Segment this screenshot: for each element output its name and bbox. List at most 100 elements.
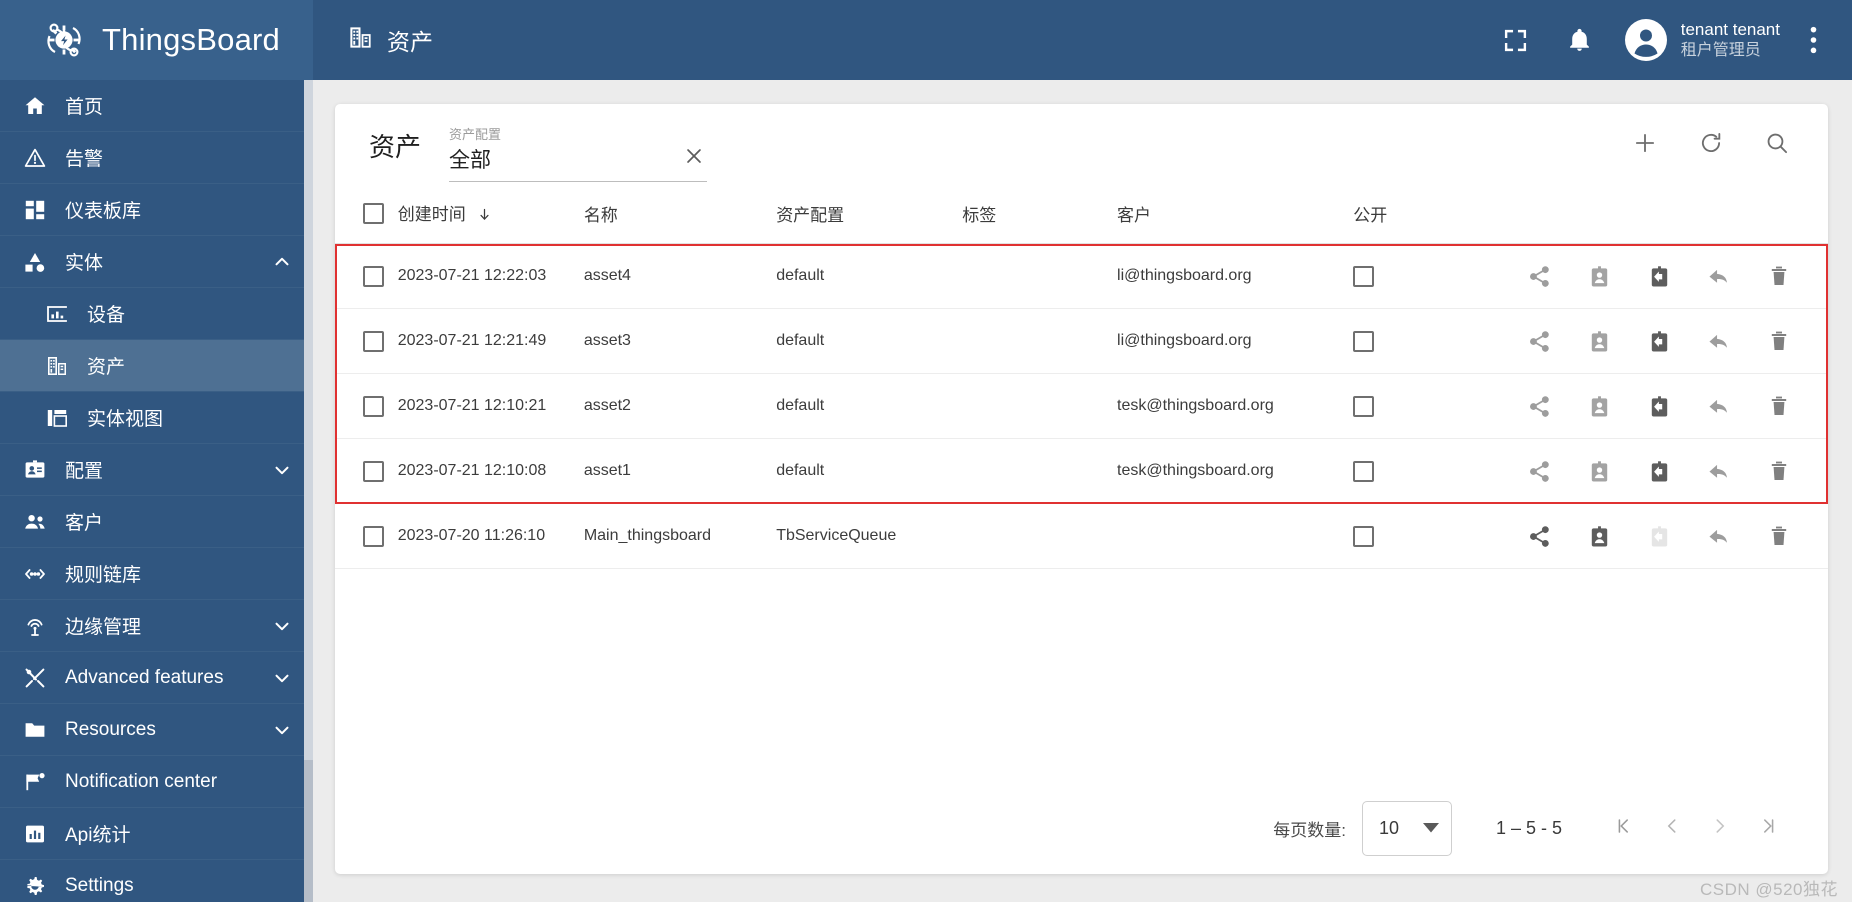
close-icon[interactable] xyxy=(681,145,707,173)
sidebar-item-14[interactable]: Api统计 xyxy=(0,808,313,860)
search-button[interactable] xyxy=(1754,122,1800,168)
next-page-button[interactable] xyxy=(1696,805,1744,853)
cell-created-value: 2023-07-21 12:22:03 xyxy=(397,267,547,284)
manage-credentials-back-icon[interactable] xyxy=(1706,458,1732,484)
table-body: 2023-07-21 12:22:03 asset4 default li@thing… xyxy=(335,243,1828,569)
sidebar-item-11[interactable]: Advanced features xyxy=(0,652,313,704)
table-row[interactable]: 2023-07-21 12:10:21 asset2 default tesk@thi… xyxy=(335,373,1828,439)
content-area: 资产 资产配置 全部 创建时间 名称 资产配置 标签 客户 公开 2023-07… xyxy=(313,80,1852,902)
cell-public xyxy=(1353,308,1483,374)
cell-created-value: 2023-07-21 12:10:21 xyxy=(397,397,547,414)
row-select-checkbox[interactable] xyxy=(363,330,384,352)
table-row[interactable]: 2023-07-21 12:10:08 asset1 default tesk@thi… xyxy=(335,438,1828,504)
share-icon[interactable] xyxy=(1526,458,1552,484)
unassign-from-customer-icon[interactable] xyxy=(1646,263,1672,289)
unassign-from-customer-icon[interactable] xyxy=(1646,458,1672,484)
items-per-page-select[interactable]: 10 xyxy=(1361,801,1452,856)
column-header-label[interactable]: 标签 xyxy=(962,186,1118,244)
column-header-profile[interactable]: 资产配置 xyxy=(776,186,963,244)
manage-credentials-back-icon[interactable] xyxy=(1706,263,1732,289)
assign-to-customer-icon[interactable] xyxy=(1586,393,1612,419)
sidebar-item-10[interactable]: 边缘管理 xyxy=(0,600,313,652)
sidebar-item-15[interactable]: Settings xyxy=(0,860,313,902)
sidebar-item-1[interactable]: 告警 xyxy=(0,132,313,184)
share-icon[interactable] xyxy=(1526,328,1552,354)
first-page-icon xyxy=(1613,815,1635,842)
sidebar-item-12[interactable]: Resources xyxy=(0,704,313,756)
select-all-checkbox[interactable] xyxy=(363,203,384,224)
delete-trash-icon[interactable] xyxy=(1766,328,1792,354)
row-select-checkbox[interactable] xyxy=(363,460,384,482)
column-header-public[interactable]: 公开 xyxy=(1353,186,1483,244)
sidebar-item-13[interactable]: Notification center xyxy=(0,756,313,808)
sidebar-item-6[interactable]: 实体视图 xyxy=(0,392,313,444)
delete-trash-icon[interactable] xyxy=(1766,458,1792,484)
sidebar-scrollbar-thumb[interactable] xyxy=(304,80,313,760)
asset-profile-filter-value: 全部 xyxy=(449,149,492,172)
brand-logo-block[interactable]: ThingsBoard xyxy=(0,0,313,80)
row-select-checkbox[interactable] xyxy=(363,395,384,417)
share-icon[interactable] xyxy=(1526,263,1552,289)
sidebar-item-7[interactable]: 配置 xyxy=(0,444,313,496)
manage-credentials-back-icon[interactable] xyxy=(1706,328,1732,354)
cell-label xyxy=(962,438,1118,504)
sidebar-item-5[interactable]: 资产 xyxy=(0,340,313,392)
chevron-down-icon[interactable] xyxy=(271,459,293,481)
chevron-down-icon[interactable] xyxy=(271,615,293,637)
share-icon[interactable] xyxy=(1526,523,1552,549)
first-page-button[interactable] xyxy=(1600,805,1648,853)
column-header-name[interactable]: 名称 xyxy=(583,186,777,244)
refresh-button[interactable] xyxy=(1688,122,1734,168)
unassign-from-customer-icon[interactable] xyxy=(1646,393,1672,419)
delete-trash-icon[interactable] xyxy=(1766,523,1792,549)
sidebar-item-9[interactable]: 规则链库 xyxy=(0,548,313,600)
assign-to-customer-icon[interactable] xyxy=(1586,458,1612,484)
fullscreen-icon[interactable] xyxy=(1495,19,1537,61)
row-select-checkbox[interactable] xyxy=(363,265,384,287)
row-select-checkbox[interactable] xyxy=(363,525,384,547)
prev-page-button[interactable] xyxy=(1648,805,1696,853)
asset-profile-filter[interactable]: 资产配置 全部 xyxy=(449,120,708,183)
sidebar-nav: 首页 告警 仪表板库 实体 设备 资产 实体视图 配置 客户规则链库边缘管理 Advanced f… xyxy=(0,80,313,902)
sidebar-item-0[interactable]: 首页 xyxy=(0,80,313,132)
bell-icon[interactable] xyxy=(1559,19,1601,61)
more-vertical-icon[interactable] xyxy=(1796,19,1830,61)
assign-to-customer-icon[interactable] xyxy=(1586,263,1612,289)
public-checkbox[interactable] xyxy=(1353,525,1375,547)
column-header-customer[interactable]: 客户 xyxy=(1117,186,1354,244)
cell-profile-value: default xyxy=(776,267,825,284)
column-header-created[interactable]: 创建时间 xyxy=(397,186,584,244)
manage-credentials-back-icon[interactable] xyxy=(1706,523,1732,549)
add-asset-button[interactable] xyxy=(1622,122,1668,168)
public-checkbox[interactable] xyxy=(1353,395,1375,417)
user-menu[interactable]: tenant tenant 租户管理员 xyxy=(1624,18,1780,62)
sidebar-item-label: Advanced features xyxy=(65,666,224,688)
sidebar-item-8[interactable]: 客户 xyxy=(0,496,313,548)
table-row[interactable]: 2023-07-21 12:21:49 asset3 default li@thing… xyxy=(335,308,1828,374)
sidebar-item-3[interactable]: 实体 xyxy=(0,236,313,288)
home-icon xyxy=(22,93,48,119)
public-checkbox[interactable] xyxy=(1353,460,1375,482)
public-checkbox[interactable] xyxy=(1353,330,1375,352)
cell-public xyxy=(1353,438,1483,504)
folder-icon xyxy=(22,717,48,743)
assign-to-customer-icon[interactable] xyxy=(1586,328,1612,354)
sidebar-item-label: 规则链库 xyxy=(65,565,142,586)
chevron-down-icon[interactable] xyxy=(271,719,293,741)
public-checkbox[interactable] xyxy=(1353,265,1375,287)
last-page-button[interactable] xyxy=(1744,805,1792,853)
chevron-up-icon[interactable] xyxy=(271,251,293,273)
delete-trash-icon[interactable] xyxy=(1766,263,1792,289)
manage-credentials-back-icon[interactable] xyxy=(1706,393,1732,419)
column-header-label-label: 标签 xyxy=(962,206,997,225)
unassign-from-customer-icon[interactable] xyxy=(1646,328,1672,354)
sidebar-item-4[interactable]: 设备 xyxy=(0,288,313,340)
chevron-down-icon[interactable] xyxy=(271,667,293,689)
table-row[interactable]: 2023-07-20 11:26:10 Main_thingsboard TbSer… xyxy=(335,503,1828,569)
table-row[interactable]: 2023-07-21 12:22:03 asset4 default li@thing… xyxy=(335,243,1828,309)
cell-profile: default xyxy=(776,243,963,309)
share-icon[interactable] xyxy=(1526,393,1552,419)
delete-trash-icon[interactable] xyxy=(1766,393,1792,419)
sidebar-item-2[interactable]: 仪表板库 xyxy=(0,184,313,236)
assign-to-customer-icon[interactable] xyxy=(1586,523,1612,549)
